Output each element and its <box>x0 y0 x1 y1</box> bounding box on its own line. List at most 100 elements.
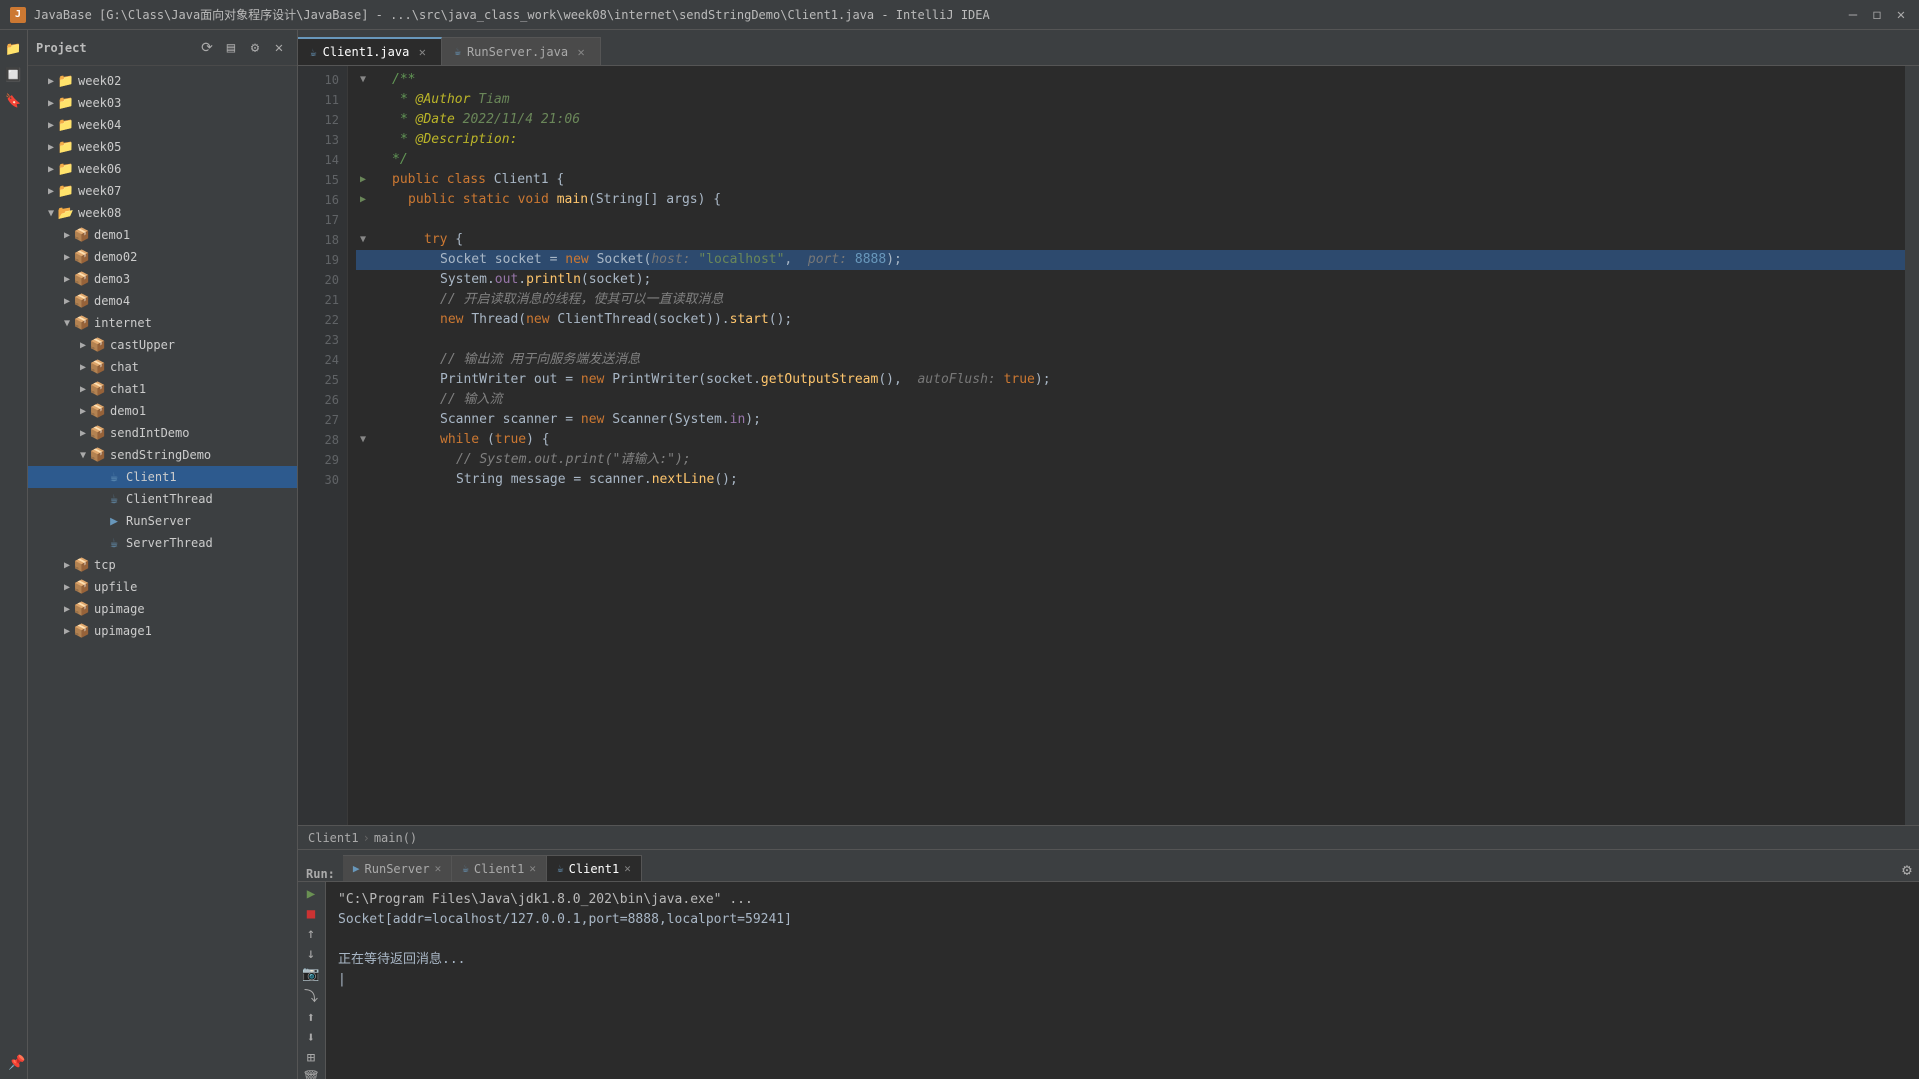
tree-item-sendintdemo[interactable]: ▶ 📦 sendIntDemo <box>28 422 297 444</box>
tree-label: demo02 <box>94 250 137 264</box>
run-settings-button[interactable]: ⚙ <box>1895 857 1919 881</box>
tree-item-tcp[interactable]: ▶ 📦 tcp <box>28 554 297 576</box>
run-screenshot-button[interactable]: 📷 <box>300 966 322 982</box>
java-icon: ☕ <box>454 45 461 58</box>
run-stop-button[interactable]: ■ <box>300 906 322 922</box>
run-tab-client1a[interactable]: ☕ Client1 ✕ <box>452 855 547 881</box>
close-sidebar-button[interactable]: ✕ <box>269 38 289 58</box>
tree-item-castupper[interactable]: ▶ 📦 castUpper <box>28 334 297 356</box>
tree-item-client1[interactable]: ▶ ☕ Client1 <box>28 466 297 488</box>
window-controls[interactable]: — ◻ ✕ <box>1845 7 1909 23</box>
breadcrumb-main[interactable]: main() <box>374 831 417 845</box>
pin-button[interactable]: 📌 <box>8 1055 25 1071</box>
tree-item-upimage[interactable]: ▶ 📦 upimage <box>28 598 297 620</box>
tree-label: upimage <box>94 602 145 616</box>
tree-item-week08[interactable]: ▼ 📂 week08 <box>28 202 297 224</box>
tab-runserver[interactable]: ☕ RunServer.java ✕ <box>442 37 601 65</box>
tree-item-demo02[interactable]: ▶ 📦 demo02 <box>28 246 297 268</box>
tree-arrow: ▶ <box>60 580 74 594</box>
tree-item-upfile[interactable]: ▶ 📦 upfile <box>28 576 297 598</box>
run-output-line-1: "C:\Program Files\Java\jdk1.8.0_202\bin\… <box>338 890 1907 910</box>
bookmark-icon[interactable]: 🔖 <box>3 90 25 112</box>
tab-close-button[interactable]: ✕ <box>415 45 429 59</box>
tree-item-week03[interactable]: ▶ 📁 week03 <box>28 92 297 114</box>
tree-item-sendstringdemo[interactable]: ▼ 📦 sendStringDemo <box>28 444 297 466</box>
code-line-17 <box>356 210 1905 230</box>
tree-item-week05[interactable]: ▶ 📁 week05 <box>28 136 297 158</box>
fold-button[interactable]: ▼ <box>356 73 370 87</box>
run-wrap-button[interactable]: ⤵ <box>300 986 322 1006</box>
tab-close-button[interactable]: ✕ <box>574 45 588 59</box>
tree-label: ClientThread <box>126 492 213 506</box>
tree-item-clientthread[interactable]: ▶ ☕ ClientThread <box>28 488 297 510</box>
run-pin-down[interactable]: ⬇ <box>300 1030 322 1046</box>
app-icon: J <box>10 7 26 23</box>
title-text: JavaBase [G:\Class\Java面向对象程序设计\JavaBase… <box>34 6 1845 23</box>
code-line-15: ▶ public class Client1 { <box>356 170 1905 190</box>
tree-arrow: ▶ <box>76 360 90 374</box>
fold-button[interactable]: ▼ <box>356 233 370 247</box>
tab-client1[interactable]: ☕ Client1.java ✕ <box>298 37 442 65</box>
tree-item-runserver[interactable]: ▶ ▶ RunServer <box>28 510 297 532</box>
left-icon-bar: 📁 🔲 🔖 <box>0 30 28 1079</box>
run-tab-label: RunServer <box>365 862 430 876</box>
tree-item-demo1b[interactable]: ▶ 📦 demo1 <box>28 400 297 422</box>
tree-label: tcp <box>94 558 116 572</box>
run-tab-runserver[interactable]: ▶ RunServer ✕ <box>343 855 452 881</box>
run-tab-close[interactable]: ✕ <box>624 862 631 875</box>
tree-arrow: ▶ <box>60 250 74 264</box>
run-grid-button[interactable]: ⊞ <box>300 1050 322 1066</box>
maximize-button[interactable]: ◻ <box>1869 7 1885 23</box>
tree-arrow: ▼ <box>76 448 90 462</box>
tree-item-internet[interactable]: ▼ 📦 internet <box>28 312 297 334</box>
tree-item-week04[interactable]: ▶ 📁 week04 <box>28 114 297 136</box>
run-output[interactable]: "C:\Program Files\Java\jdk1.8.0_202\bin\… <box>326 882 1919 1079</box>
minimize-button[interactable]: — <box>1845 7 1861 23</box>
run-restart-button[interactable]: ▶ <box>300 886 322 902</box>
run-tab-close[interactable]: ✕ <box>529 862 536 875</box>
tree-item-chat[interactable]: ▶ 📦 chat <box>28 356 297 378</box>
tree-arrow: ▶ <box>44 140 58 154</box>
tree-item-serverthread[interactable]: ▶ ☕ ServerThread <box>28 532 297 554</box>
tree-arrow: ▼ <box>60 316 74 330</box>
run-scroll-up[interactable]: ↑ <box>300 926 322 942</box>
tree-label: chat <box>110 360 139 374</box>
tree-arrow: ▶ <box>60 558 74 572</box>
package-icon: 📦 <box>74 293 90 309</box>
run-scroll-down[interactable]: ↓ <box>300 946 322 962</box>
tree-arrow: ▶ <box>60 602 74 616</box>
tree-item-week06[interactable]: ▶ 📁 week06 <box>28 158 297 180</box>
tree-item-upimage1[interactable]: ▶ 📦 upimage1 <box>28 620 297 642</box>
tree-label: Client1 <box>126 470 177 484</box>
structure-icon[interactable]: 🔲 <box>3 64 25 86</box>
tree-label: week04 <box>78 118 121 132</box>
close-button[interactable]: ✕ <box>1893 7 1909 23</box>
run-trash-button[interactable]: 🗑 <box>300 1070 322 1079</box>
tree-item-demo3[interactable]: ▶ 📦 demo3 <box>28 268 297 290</box>
tree-item-week02[interactable]: ▶ 📁 week02 <box>28 70 297 92</box>
java-class-icon: ☕ <box>106 491 122 507</box>
project-icon[interactable]: 📁 <box>3 38 25 60</box>
run-pin-up[interactable]: ⬆ <box>300 1010 322 1026</box>
code-line-18: ▼ try { <box>356 230 1905 250</box>
settings-button[interactable]: ⚙ <box>245 38 265 58</box>
tree-label: upimage1 <box>94 624 152 638</box>
folder-icon: 📁 <box>58 161 74 177</box>
fold-button[interactable]: ▶ <box>356 173 370 187</box>
tree-label: demo1 <box>110 404 146 418</box>
sync-button[interactable]: ⟳ <box>197 38 217 58</box>
tree-item-demo4[interactable]: ▶ 📦 demo4 <box>28 290 297 312</box>
breadcrumb-client1[interactable]: Client1 <box>308 831 359 845</box>
run-output-cursor: | <box>338 970 1907 990</box>
tree-label: demo3 <box>94 272 130 286</box>
run-tab-client1b[interactable]: ☕ Client1 ✕ <box>547 855 642 881</box>
tree-item-demo1[interactable]: ▶ 📦 demo1 <box>28 224 297 246</box>
fold-button[interactable]: ▶ <box>356 193 370 207</box>
code-content[interactable]: ▼ /** * @Author Tiam * @Date 2022/11/4 2… <box>348 66 1905 825</box>
run-tab-close[interactable]: ✕ <box>435 862 442 875</box>
tree-item-chat1[interactable]: ▶ 📦 chat1 <box>28 378 297 400</box>
collapse-button[interactable]: ▤ <box>221 38 241 58</box>
scrollbar[interactable] <box>1905 66 1919 825</box>
fold-button[interactable]: ▼ <box>356 433 370 447</box>
tree-item-week07[interactable]: ▶ 📁 week07 <box>28 180 297 202</box>
